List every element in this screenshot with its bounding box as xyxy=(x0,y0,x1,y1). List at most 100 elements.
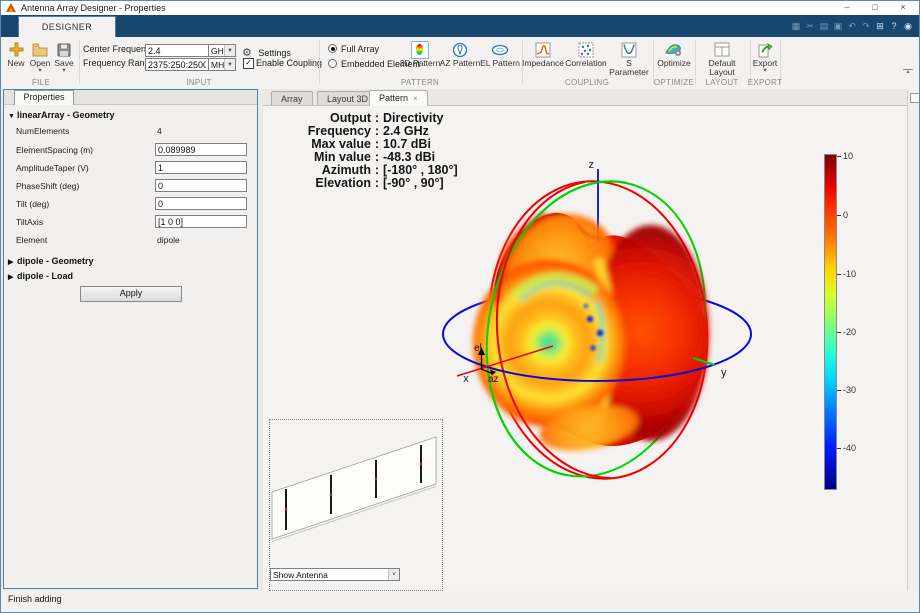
panel-toggle-icon[interactable] xyxy=(910,93,919,103)
tilt-input[interactable] xyxy=(155,197,247,210)
amplitudetaper-input[interactable] xyxy=(155,161,247,174)
triangle-right-icon: ▶ xyxy=(8,274,14,281)
section-divider xyxy=(319,40,320,84)
open-folder-icon xyxy=(28,40,52,59)
el-label: el xyxy=(474,343,482,354)
colorbar-tick xyxy=(837,274,841,275)
tiltaxis-label: TiltAxis xyxy=(16,217,44,227)
s-parameter-icon xyxy=(607,40,651,59)
chevron-down-icon: ▾ xyxy=(224,59,235,70)
default-layout-button[interactable]: Default Layout xyxy=(697,39,747,77)
matlab-logo-icon xyxy=(6,3,16,12)
show-antenna-select[interactable]: Show Antenna ˅ xyxy=(270,568,400,581)
cut-icon[interactable]: ✂ xyxy=(803,21,817,32)
colorbar-tick xyxy=(837,332,841,333)
correlation-button[interactable]: Correlation xyxy=(564,39,608,68)
chevron-down-icon: ▾ xyxy=(38,67,42,74)
colorbar-tick-label: -30 xyxy=(843,385,857,395)
colorbar-tick xyxy=(837,156,841,157)
toolstrip-tab-row: DESIGNER ▦ ✂ ▤ ▣ ↶ ↷ ⊞ ? ◉ xyxy=(1,15,919,38)
section-divider xyxy=(695,40,696,84)
colorbar-tick-label: 0 xyxy=(843,210,849,220)
numelements-label: NumElements xyxy=(16,126,70,136)
pattern-section-label: PATTERN xyxy=(400,78,440,87)
layout-icon[interactable]: ⊞ xyxy=(873,21,887,32)
colorbar xyxy=(824,154,837,490)
more-icon[interactable]: ◉ xyxy=(901,21,915,32)
impedance-button[interactable]: Impedance xyxy=(521,39,565,68)
enable-coupling-label: Enable Coupling xyxy=(256,58,323,68)
numelements-value: 4 xyxy=(157,126,162,136)
az-label: az xyxy=(488,374,499,385)
tilt-label: Tilt (deg) xyxy=(16,199,50,209)
optimize-section-label: OPTIMIZE xyxy=(653,78,695,87)
optimize-icon xyxy=(652,40,696,59)
tab-designer[interactable]: DESIGNER xyxy=(18,16,116,38)
colorbar-tick-label: -20 xyxy=(843,327,857,337)
tiltaxis-input[interactable] xyxy=(155,215,247,228)
undo-icon[interactable]: ↶ xyxy=(845,21,859,32)
layout-section-label: LAYOUT xyxy=(705,78,739,87)
enable-coupling-checkbox[interactable]: ✓ xyxy=(243,58,254,69)
tab-pattern[interactable]: Pattern × xyxy=(369,90,428,106)
chevron-down-icon: ▾ xyxy=(224,45,235,56)
chevron-down-icon: ▾ xyxy=(763,67,767,74)
file-section-label: FILE xyxy=(31,78,51,87)
ribbon: New Open ▾ Save ▾ FILE Center Frequency … xyxy=(1,37,919,90)
impedance-icon xyxy=(521,40,565,59)
tab-array[interactable]: Array xyxy=(271,91,313,105)
phaseshift-input[interactable] xyxy=(155,179,247,192)
frequency-range-input[interactable] xyxy=(145,58,209,71)
colorbar-tick xyxy=(837,215,841,216)
status-bar: Finish adding xyxy=(1,591,919,612)
close-tab-icon[interactable]: × xyxy=(413,94,418,103)
elementspacing-label: ElementSpacing (m) xyxy=(16,145,94,155)
paste-icon[interactable]: ▣ xyxy=(831,21,845,32)
colorbar-tick-label: -40 xyxy=(843,443,857,453)
s-parameter-button[interactable]: S Parameter xyxy=(607,39,651,77)
copy-icon[interactable]: ▤ xyxy=(817,21,831,32)
az-pattern-button[interactable]: AZ Pattern xyxy=(439,39,481,68)
new-button[interactable]: New xyxy=(4,39,28,68)
save-icon[interactable]: ▦ xyxy=(789,21,803,32)
section-lineararray-geometry[interactable]: ▼ linearArray - Geometry xyxy=(8,110,115,120)
full-array-label: Full Array xyxy=(341,44,380,54)
center-frequency-input[interactable] xyxy=(145,44,209,57)
main-area: Properties ▼ linearArray - Geometry NumEl… xyxy=(1,89,919,591)
app-window: Antenna Array Designer - Properties – □ … xyxy=(0,0,920,613)
maximize-button[interactable]: □ xyxy=(861,1,889,15)
optimize-button[interactable]: Optimize xyxy=(652,39,696,68)
embedded-element-radio[interactable] xyxy=(328,59,337,68)
phaseshift-label: PhaseShift (deg) xyxy=(16,181,80,191)
window-title: Antenna Array Designer - Properties xyxy=(21,3,166,13)
help-icon[interactable]: ? xyxy=(887,21,901,31)
amplitudetaper-label: AmplitudeTaper (V) xyxy=(16,163,89,173)
center-frequency-unit-select[interactable]: GHz ▾ xyxy=(208,44,236,57)
title-bar: Antenna Array Designer - Properties – □ … xyxy=(1,1,919,15)
pattern-3d-button[interactable]: 3D Pattern xyxy=(399,39,441,68)
tab-properties[interactable]: Properties xyxy=(14,90,74,105)
collapse-ribbon-button[interactable]: ▴ xyxy=(903,69,913,75)
close-button[interactable]: × xyxy=(889,1,917,15)
colorbar-tick xyxy=(837,448,841,449)
section-dipole-load[interactable]: ▶ dipole - Load xyxy=(8,271,73,281)
frequency-range-unit-select[interactable]: MHz ▾ xyxy=(208,58,236,71)
export-button[interactable]: Export ▾ xyxy=(747,39,783,74)
element-label: Element xyxy=(16,235,48,245)
properties-tab-row: Properties xyxy=(4,90,257,105)
open-button[interactable]: Open ▾ xyxy=(28,39,52,74)
full-array-radio[interactable] xyxy=(328,44,337,53)
apply-button[interactable]: Apply xyxy=(80,286,182,302)
pattern-figure: Output: Directivity Frequency:2.4 GHz Max… xyxy=(263,106,907,591)
section-divider xyxy=(79,40,80,84)
save-button[interactable]: Save ▾ xyxy=(52,39,76,74)
redo-icon[interactable]: ↷ xyxy=(859,21,873,32)
document-tab-bar: Array Layout 3D Pattern × xyxy=(263,89,907,106)
coupling-section-label: COUPLING xyxy=(564,78,610,87)
minimize-button[interactable]: – xyxy=(833,1,861,15)
elementspacing-input[interactable] xyxy=(155,143,247,156)
save-floppy-icon xyxy=(52,40,76,59)
el-pattern-button[interactable]: EL Pattern xyxy=(479,39,521,68)
properties-panel: Properties ▼ linearArray - Geometry NumEl… xyxy=(3,89,258,589)
section-dipole-geometry[interactable]: ▶ dipole - Geometry xyxy=(8,256,94,266)
